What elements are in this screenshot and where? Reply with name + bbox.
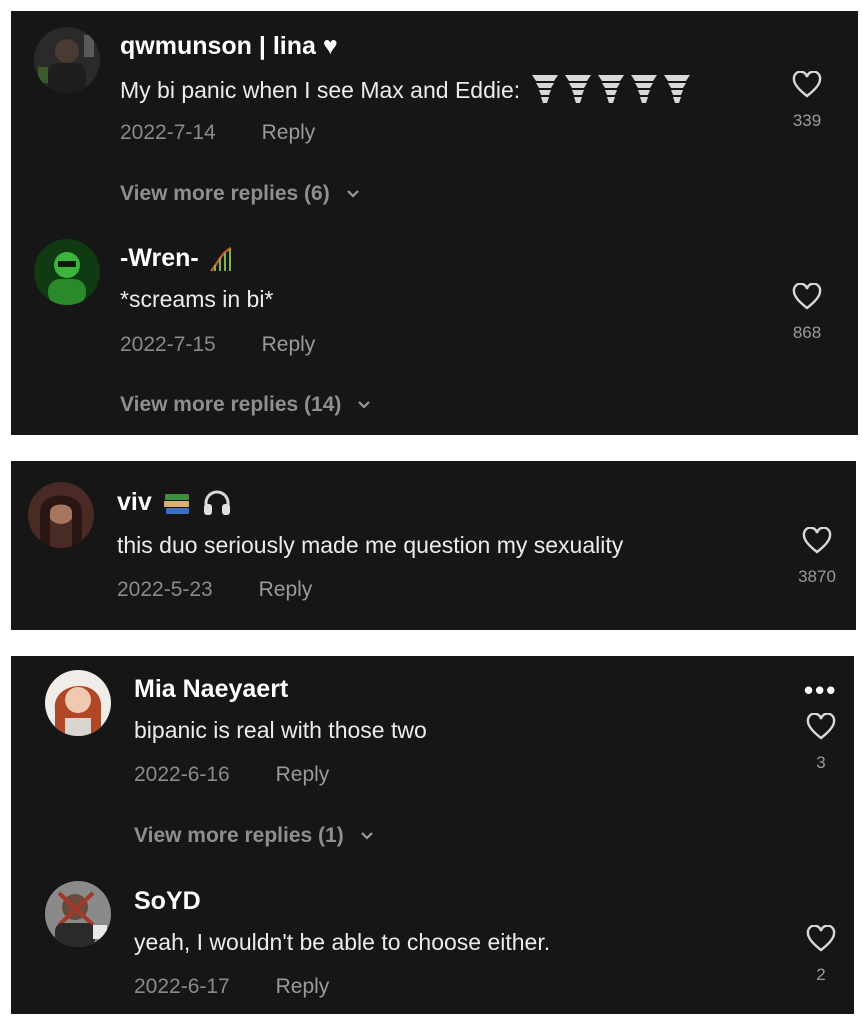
chevron-down-icon — [346, 190, 359, 199]
reply-button[interactable]: Reply — [276, 974, 330, 1000]
avatar[interactable] — [45, 881, 111, 947]
like-count: 339 — [792, 111, 822, 130]
comment-meta: 2022-6-17 Reply — [134, 974, 329, 1000]
books-icon — [163, 494, 189, 515]
chevron-down-icon — [360, 832, 373, 841]
comment-text: bipanic is real with those two — [134, 717, 427, 743]
roller-coaster-icon — [209, 247, 232, 273]
comment-text-content: My bi panic when I see Max and Eddie: — [120, 77, 521, 104]
like-button[interactable]: 3 — [791, 713, 851, 773]
heart-icon[interactable] — [806, 713, 836, 741]
comment-panel-2: viv this duo seriously made me question … — [11, 461, 856, 630]
username[interactable]: -Wren- — [120, 243, 237, 273]
reply-button[interactable]: Reply — [262, 332, 316, 358]
comment-text: *screams in bi* — [120, 286, 274, 312]
view-more-replies-button[interactable]: View more replies (6) — [120, 181, 360, 207]
username[interactable]: Mia Naeyaert — [134, 674, 288, 704]
comment-panel-1: qwmunson | lina ♥ My bi panic when I see… — [11, 11, 858, 435]
view-more-label[interactable]: View more replies (1) — [134, 824, 344, 847]
like-count: 3 — [816, 753, 826, 772]
headphones-icon — [203, 490, 230, 516]
avatar[interactable] — [45, 670, 111, 736]
avatar[interactable] — [28, 482, 94, 548]
username[interactable]: SoYD — [134, 886, 201, 916]
heart-icon[interactable] — [802, 527, 832, 555]
comment-meta: 2022-6-16 Reply — [134, 762, 329, 788]
view-more-replies-button[interactable]: View more replies (14) — [120, 392, 371, 418]
username[interactable]: viv — [117, 487, 232, 517]
reply-button[interactable]: Reply — [262, 120, 316, 146]
comment-meta: 2022-7-14 Reply — [120, 120, 315, 146]
more-options-icon[interactable]: ••• — [804, 677, 837, 703]
comment-text: yeah, I wouldn't be able to choose eithe… — [134, 929, 551, 955]
like-button[interactable]: 3870 — [787, 527, 847, 587]
username-text[interactable]: -Wren- — [120, 244, 199, 272]
chevron-down-icon — [358, 401, 371, 410]
like-button[interactable]: 2 — [791, 925, 851, 985]
view-more-replies-button[interactable]: View more replies (1) — [134, 823, 374, 849]
username-text[interactable]: qwmunson | lina — [120, 32, 316, 60]
comment-meta: 2022-5-23 Reply — [117, 577, 312, 603]
comment-meta: 2022-7-15 Reply — [120, 332, 315, 358]
heart-icon[interactable] — [792, 71, 822, 99]
comment-date: 2022-5-23 — [117, 578, 213, 601]
comment-date: 2022-6-16 — [134, 763, 230, 786]
comment-date: 2022-7-14 — [120, 121, 216, 144]
username-text[interactable]: viv — [117, 488, 152, 516]
like-count: 3870 — [798, 567, 836, 586]
heart-icon[interactable] — [792, 283, 822, 311]
heart-icon[interactable] — [806, 925, 836, 953]
like-button[interactable]: 339 — [777, 71, 837, 131]
comment-date: 2022-6-17 — [134, 975, 230, 998]
comment-panel-3: ••• Mia Naeyaert bipanic is real with th… — [11, 656, 854, 1014]
reply-button[interactable]: Reply — [259, 577, 313, 603]
comment-text: this duo seriously made me question my s… — [117, 532, 624, 558]
avatar[interactable] — [34, 239, 100, 305]
heart-symbol: ♥ — [322, 32, 338, 60]
view-more-label[interactable]: View more replies (14) — [120, 393, 341, 416]
like-count: 2 — [816, 965, 826, 984]
tornado-icon — [531, 75, 558, 103]
reply-button[interactable]: Reply — [276, 762, 330, 788]
comment-date: 2022-7-15 — [120, 333, 216, 356]
view-more-label[interactable]: View more replies (6) — [120, 182, 330, 205]
avatar[interactable] — [34, 27, 100, 93]
username[interactable]: qwmunson | lina ♥ — [120, 31, 338, 61]
like-count: 868 — [792, 323, 822, 342]
tornado-emoji-group — [530, 73, 692, 111]
like-button[interactable]: 868 — [777, 283, 837, 343]
comment-text: My bi panic when I see Max and Eddie: — [120, 73, 692, 111]
